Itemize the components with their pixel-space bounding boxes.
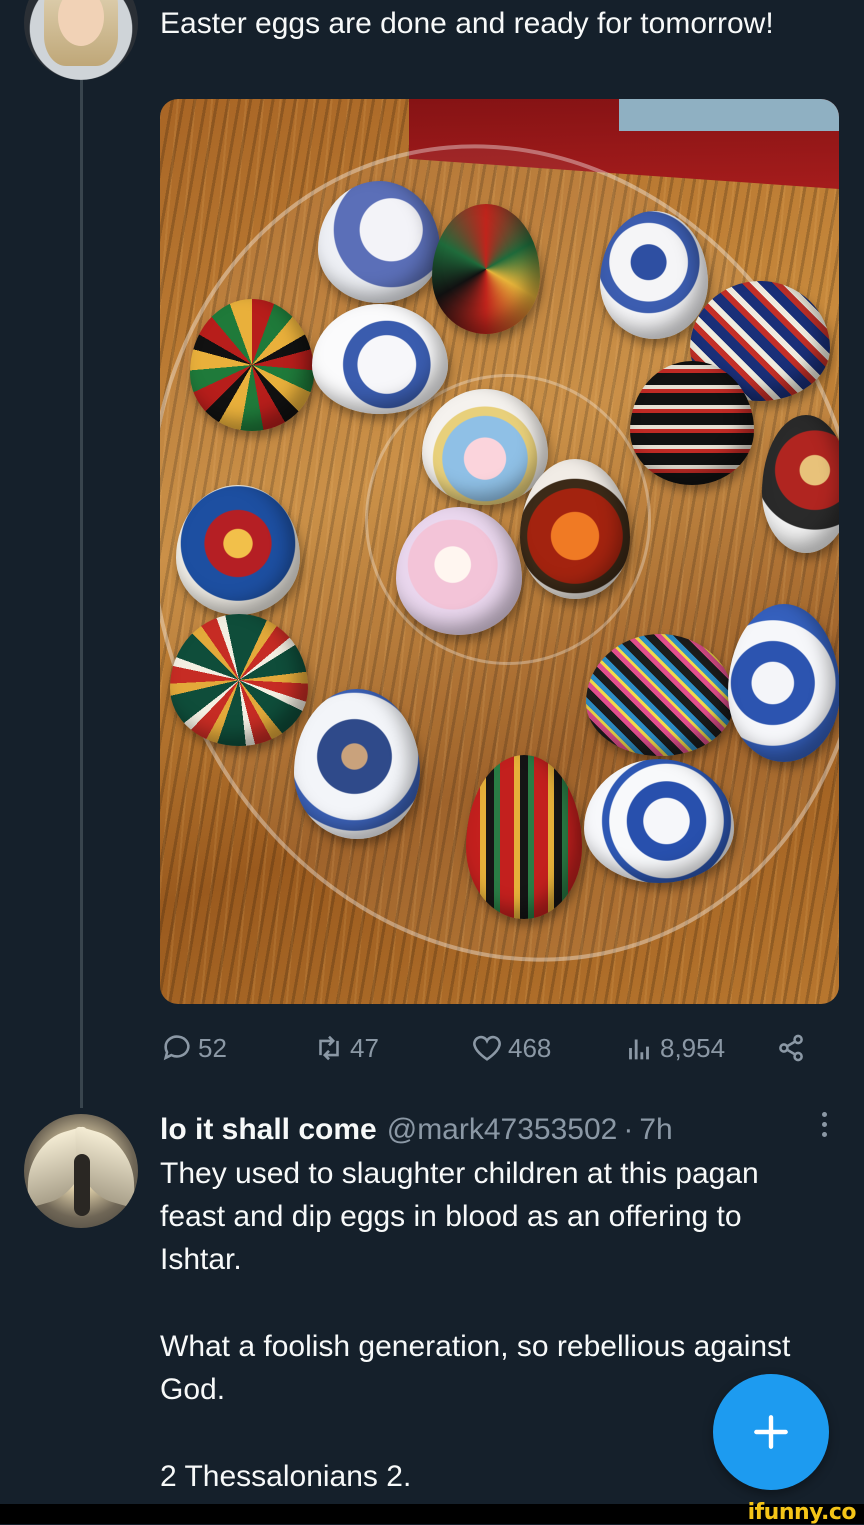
- author-avatar[interactable]: [24, 0, 138, 80]
- like-count: 468: [508, 1032, 552, 1063]
- tweet-actions-bar: 52 47 468 8,954: [160, 1026, 820, 1070]
- share-icon: [779, 1034, 803, 1062]
- like-button[interactable]: 468: [470, 1026, 551, 1070]
- reply-button[interactable]: 52: [160, 1026, 227, 1070]
- share-button[interactable]: [774, 1026, 812, 1070]
- views-button[interactable]: 8,954: [622, 1026, 725, 1070]
- reply-count: 52: [198, 1032, 227, 1063]
- reply-icon: [163, 1035, 190, 1061]
- reply-author-avatar[interactable]: [24, 1114, 138, 1228]
- views-count: 8,954: [660, 1032, 726, 1063]
- reply-text: They used to slaughter children at this …: [160, 1152, 800, 1498]
- tweet-text: Easter eggs are done and ready for tomor…: [160, 7, 774, 40]
- views-icon: [629, 1039, 649, 1060]
- like-icon: [473, 1035, 501, 1061]
- retweet-button[interactable]: 47: [312, 1026, 379, 1070]
- plus-icon: [754, 1415, 788, 1449]
- image-tablecloth-edge: [619, 99, 839, 131]
- retweet-count: 47: [350, 1032, 379, 1063]
- avatar-figure: [74, 1154, 90, 1216]
- reply-paragraph: What a foolish generation, so rebellious…: [160, 1330, 791, 1406]
- bottom-bar: [0, 1504, 864, 1524]
- more-icon: [821, 1112, 827, 1117]
- egg-delft-blue: [728, 604, 839, 762]
- retweet-icon: [319, 1035, 339, 1061]
- compose-button[interactable]: [713, 1374, 829, 1490]
- reply-handle[interactable]: @mark47353502: [387, 1113, 618, 1147]
- reply-timestamp[interactable]: 7h: [639, 1113, 672, 1147]
- header-separator: ·: [623, 1113, 634, 1146]
- reply-header: lo it shall come @mark47353502 · 7h: [160, 1108, 673, 1152]
- watermark-logo: ifunny.co: [747, 1500, 857, 1525]
- tweet-image[interactable]: [160, 99, 839, 1004]
- more-options-button[interactable]: [814, 1112, 834, 1137]
- reply-paragraph: They used to slaughter children at this …: [160, 1157, 759, 1276]
- reply-display-name[interactable]: lo it shall come: [160, 1113, 377, 1147]
- reply-paragraph: 2 Thessalonians 2.: [160, 1460, 412, 1493]
- thread-connector-line: [80, 78, 83, 1108]
